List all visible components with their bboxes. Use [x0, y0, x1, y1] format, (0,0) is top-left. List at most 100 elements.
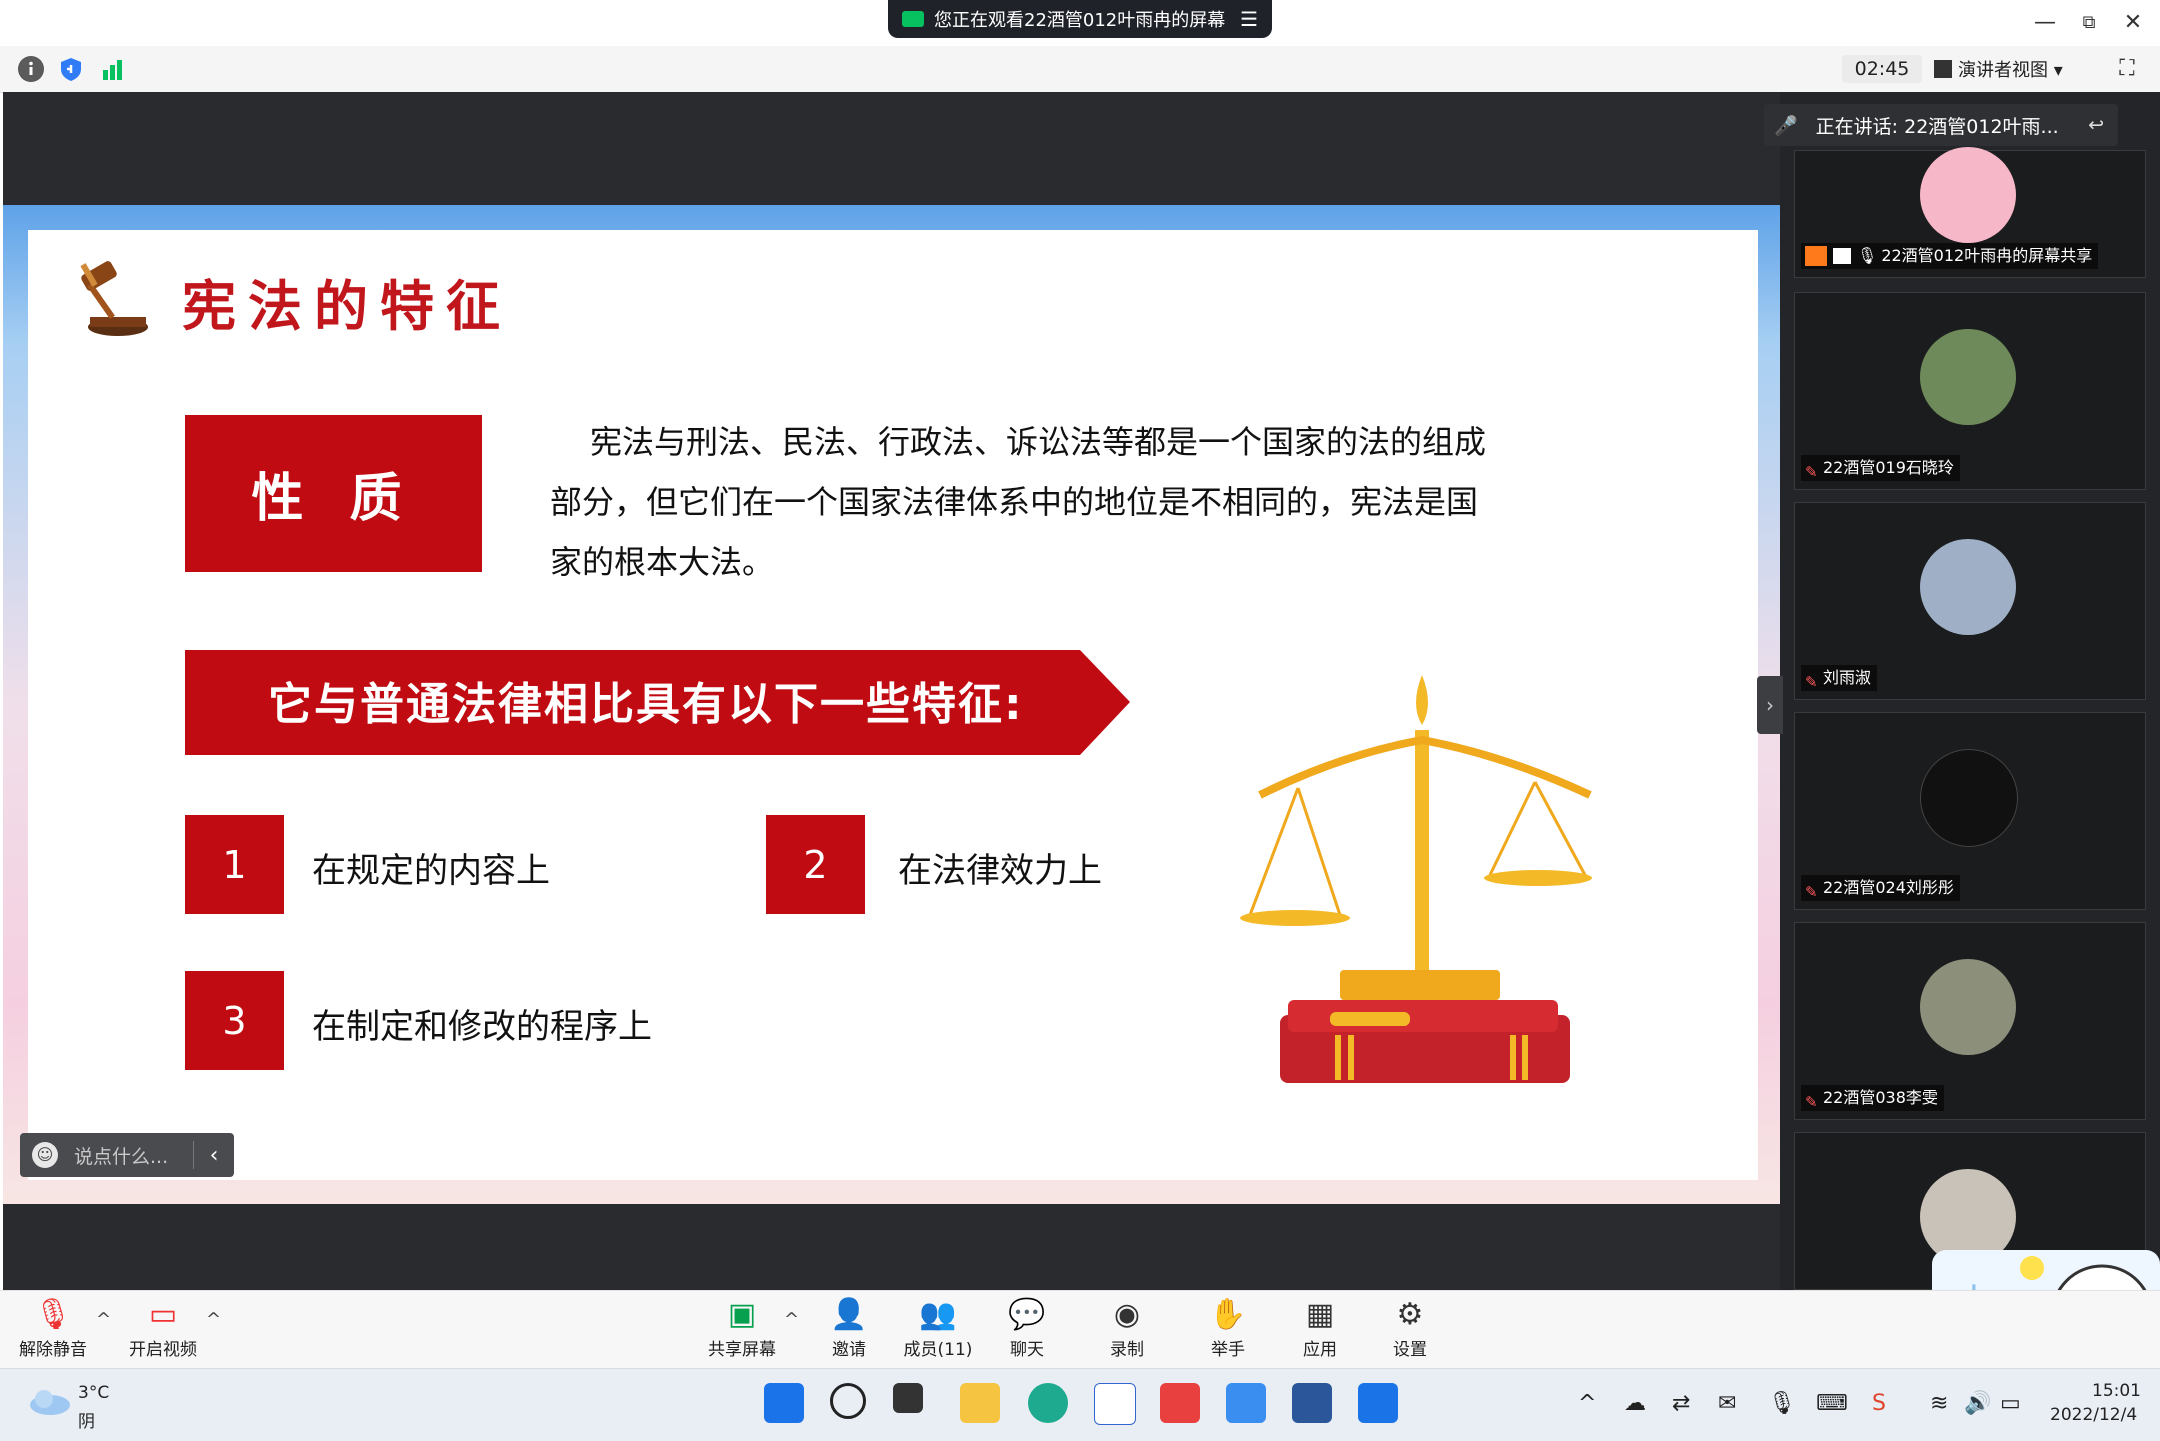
participant-tile[interactable]: ✎ 刘雨淑	[1794, 502, 2146, 700]
clock-date[interactable]: 2022/12/4	[2050, 1405, 2137, 1425]
tencent-meeting-icon[interactable]	[1358, 1383, 1398, 1423]
windows-start-icon[interactable]	[764, 1383, 804, 1423]
unmute-label: 解除静音	[19, 1340, 87, 1360]
minimize-button[interactable]: —	[2030, 8, 2060, 38]
members-button[interactable]: 👥 成员(11)	[893, 1295, 983, 1360]
avatar	[1920, 959, 2016, 1055]
apps-icon: ▦	[1305, 1297, 1335, 1332]
participant-tile[interactable]: ✎ 22酒管019石晓玲	[1794, 292, 2146, 490]
banner-text: 您正在观看22酒管012叶雨冉的屏幕	[934, 10, 1226, 31]
members-icon: 👥	[919, 1297, 957, 1332]
record-button[interactable]: ◉ 录制	[1082, 1295, 1172, 1360]
mail-tray-icon[interactable]: ✉	[1718, 1391, 1736, 1416]
video-off-icon: ▭	[148, 1297, 178, 1332]
task-view-icon[interactable]	[893, 1383, 923, 1413]
weather-description[interactable]: 阴	[78, 1407, 95, 1432]
battery-icon[interactable]: ▭	[2000, 1391, 2021, 1416]
search-icon[interactable]	[830, 1383, 866, 1419]
mail-app-icon[interactable]	[1094, 1383, 1136, 1425]
word-icon[interactable]	[1292, 1383, 1332, 1423]
participant-name-text: 22酒管038李雯	[1823, 1088, 1938, 1107]
avatar	[1920, 539, 2016, 635]
edge-icon[interactable]	[1028, 1383, 1068, 1423]
back-icon[interactable]: ↩	[2088, 114, 2104, 136]
volume-icon[interactable]: 🔊	[1964, 1391, 1991, 1416]
apps-button[interactable]: ▦ 应用	[1275, 1295, 1365, 1360]
clock-time[interactable]: 15:01	[2092, 1381, 2141, 1401]
fullscreen-icon[interactable]: ⛶	[2114, 56, 2140, 82]
file-explorer-icon[interactable]	[960, 1383, 1000, 1423]
share-screen-button[interactable]: ▣ 共享屏幕	[697, 1295, 787, 1360]
mic-off-icon: ✎	[1805, 673, 1818, 691]
scale-of-justice-icon	[1240, 675, 1592, 1083]
add-user-icon: 👤	[830, 1297, 868, 1332]
onedrive-icon[interactable]: ☁	[1624, 1391, 1646, 1416]
participant-name: ✎ 22酒管038李雯	[1801, 1085, 1944, 1111]
mic-icon: 🎙	[1857, 246, 1878, 265]
video-options-caret[interactable]: ^	[206, 1309, 221, 1330]
chat-placeholder: 说点什么...	[74, 1145, 169, 1168]
participant-name-text: 22酒管012叶雨冉的屏幕共享	[1881, 246, 2093, 265]
speaking-indicator: 🎤 正在讲话: 22酒管012叶雨... ↩	[1764, 104, 2118, 146]
settings-label: 设置	[1393, 1340, 1427, 1360]
chat-button[interactable]: 💬 聊天	[982, 1295, 1072, 1360]
restore-button[interactable]: ⧉	[2074, 8, 2104, 38]
unmute-button[interactable]: 🎙 解除静音	[8, 1295, 98, 1360]
gavel-icon	[80, 261, 148, 336]
emoji-icon[interactable]: ☺	[32, 1142, 58, 1168]
mic-off-icon: 🎙	[33, 1297, 73, 1332]
participant-tile[interactable]: 🎙 22酒管012叶雨冉的屏幕共享	[1794, 147, 2146, 278]
invite-button[interactable]: 👤 邀请	[804, 1295, 894, 1360]
microphone-icon[interactable]: 🎙	[1768, 1391, 1796, 1416]
app-gallery-icon[interactable]	[1160, 1383, 1200, 1423]
weather-temperature[interactable]: 3°C	[78, 1383, 109, 1403]
wifi-icon[interactable]: ≋	[1930, 1391, 1948, 1416]
mic-off-icon: 🎤	[1774, 114, 1798, 137]
members-label: 成员(11)	[903, 1340, 973, 1360]
participant-name-text: 刘雨淑	[1823, 668, 1872, 687]
participant-name: ✎ 刘雨淑	[1801, 665, 1878, 691]
speaker-view-dropdown[interactable]: 演讲者视图 ▾	[1934, 54, 2094, 84]
chat-input[interactable]: ☺ 说点什么... ‹	[20, 1133, 234, 1177]
slide-title: 宪法的特征	[182, 274, 512, 338]
screen-share-banner[interactable]: 您正在观看22酒管012叶雨冉的屏幕 ☰	[888, 0, 1272, 38]
participant-tile[interactable]: ✎ 22酒管024刘彤彤	[1794, 712, 2146, 910]
sync-icon[interactable]: ⇄	[1672, 1391, 1690, 1416]
participant-name: 🎙 22酒管012叶雨冉的屏幕共享	[1801, 243, 2099, 269]
start-video-button[interactable]: ▭ 开启视频	[118, 1295, 208, 1360]
participant-tile[interactable]: ✎ 22酒管038李雯	[1794, 922, 2146, 1120]
nature-label-box: 性 质	[185, 415, 482, 572]
cloud-app-icon[interactable]	[1226, 1383, 1266, 1423]
input-method-icon[interactable]: ⌨	[1816, 1391, 1848, 1416]
shield-icon[interactable]	[58, 56, 84, 82]
settings-button[interactable]: ⚙ 设置	[1365, 1295, 1455, 1360]
show-hidden-icons[interactable]: ^	[1578, 1391, 1596, 1416]
participant-name-text: 22酒管024刘彤彤	[1823, 878, 1954, 897]
invite-label: 邀请	[832, 1340, 866, 1360]
info-icon[interactable]	[18, 56, 44, 82]
nature-description: 宪法与刑法、民法、行政法、诉讼法等都是一个国家的法的组成部分，但它们在一个国家法…	[550, 423, 1487, 581]
participant-name: ✎ 22酒管019石晓玲	[1801, 455, 1960, 481]
raise-hand-button[interactable]: ✋ 举手	[1183, 1295, 1273, 1360]
mic-off-icon: ✎	[1805, 883, 1818, 901]
windows-taskbar: 3°C 阴 ^ ☁ ⇄ ✉ 🎙 ⌨ S ≋ 🔊 ▭ 15:01 2022/12/…	[0, 1368, 2160, 1441]
share-screen-icon: ▣	[727, 1297, 757, 1332]
feature-text-1: 在规定的内容上	[312, 851, 550, 891]
signal-icon[interactable]	[100, 56, 126, 82]
sogou-icon[interactable]: S	[1872, 1391, 1886, 1416]
meeting-toolbar: 02:45 演讲者视图 ▾ ⛶	[0, 46, 2160, 93]
chat-label: 聊天	[1010, 1340, 1044, 1360]
collapse-panel-handle[interactable]: ›	[1757, 676, 1783, 734]
apps-label: 应用	[1303, 1340, 1337, 1360]
meeting-timer: 02:45	[1842, 55, 1922, 83]
audio-options-caret[interactable]: ^	[96, 1309, 111, 1330]
avatar	[1920, 147, 2016, 243]
menu-icon[interactable]: ☰	[1240, 7, 1258, 31]
features-banner-text: 它与普通法律相比具有以下一些特征:	[268, 679, 1024, 730]
share-options-caret[interactable]: ^	[784, 1309, 799, 1330]
collapse-chat-icon[interactable]: ‹	[194, 1143, 234, 1168]
participant-name-text: 22酒管019石晓玲	[1823, 458, 1954, 477]
close-button[interactable]: ✕	[2118, 8, 2148, 38]
feature-number-3: 3	[185, 971, 284, 1070]
speaking-label: 正在讲话: 22酒管012叶雨...	[1815, 115, 2059, 138]
